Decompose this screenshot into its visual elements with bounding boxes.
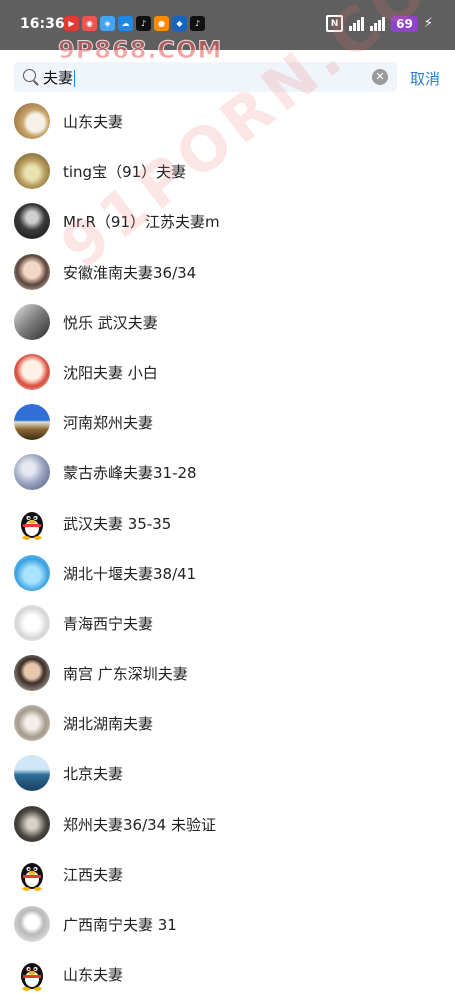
tiktok-icon: ♪ bbox=[136, 16, 151, 31]
qq-penguin-icon bbox=[14, 855, 50, 892]
watermark-top: 9P868.COM bbox=[57, 36, 223, 65]
contact-name: 沈阳夫妻 小白 bbox=[63, 363, 158, 382]
red-app-icon: ◉ bbox=[82, 16, 97, 31]
assistant-app-icon: ● bbox=[154, 16, 169, 31]
avatar bbox=[14, 604, 50, 641]
smart-app-icon: ◆ bbox=[172, 16, 187, 31]
list-item[interactable]: 青海西宁夫妻 bbox=[0, 598, 455, 648]
list-item[interactable]: 广西南宁夫妻 31 bbox=[0, 899, 455, 949]
avatar bbox=[14, 705, 50, 742]
list-item[interactable]: 安徽淮南夫妻36/34 bbox=[0, 247, 455, 297]
avatar bbox=[14, 353, 50, 390]
avatar bbox=[14, 454, 50, 491]
contact-name: 武汉夫妻 35-35 bbox=[63, 514, 172, 533]
qq-penguin-icon bbox=[14, 956, 50, 993]
list-item[interactable]: 武汉夫妻 35-35 bbox=[0, 498, 455, 548]
contact-name: 蒙古赤峰夫妻31-28 bbox=[63, 464, 197, 483]
search-icon bbox=[23, 69, 36, 82]
video-app-icon: ▶ bbox=[64, 16, 79, 31]
avatar bbox=[14, 404, 50, 441]
list-item[interactable]: 北京夫妻 bbox=[0, 748, 455, 798]
avatar bbox=[14, 303, 50, 340]
list-item[interactable]: 山东夫妻 bbox=[0, 949, 455, 999]
avatar bbox=[14, 906, 50, 942]
list-item[interactable]: 江西夫妻 bbox=[0, 849, 455, 899]
qq-penguin-icon bbox=[14, 504, 50, 541]
contact-name: 南宫 广东深圳夫妻 bbox=[63, 665, 188, 684]
avatar bbox=[14, 655, 50, 692]
avatar bbox=[14, 153, 50, 190]
avatar bbox=[14, 755, 50, 792]
list-item[interactable]: 河南郑州夫妻 bbox=[0, 397, 455, 447]
notification-icons: ▶ ◉ ◈ ☁ ♪ ● ◆ ♪ bbox=[64, 16, 205, 31]
list-item[interactable]: 沈阳夫妻 小白 bbox=[0, 347, 455, 397]
contact-name: 山东夫妻 bbox=[63, 113, 124, 131]
clock: 16:36 bbox=[20, 16, 65, 32]
cloud-app-icon: ☁ bbox=[118, 16, 133, 31]
list-item[interactable]: 南宫 广东深圳夫妻 bbox=[0, 648, 455, 698]
list-item[interactable]: 郑州夫妻36/34 未验证 bbox=[0, 799, 455, 849]
tiktok-icon: ♪ bbox=[190, 16, 205, 31]
cancel-button[interactable]: 取消 bbox=[410, 68, 440, 89]
list-item[interactable]: 悦乐 武汉夫妻 bbox=[0, 297, 455, 347]
avatar bbox=[14, 805, 50, 842]
search-query[interactable]: 夫妻 bbox=[43, 67, 76, 88]
list-item[interactable]: 湖北湖南夫妻 bbox=[0, 698, 455, 748]
avatar bbox=[14, 103, 50, 139]
contact-name: 青海西宁夫妻 bbox=[63, 614, 154, 633]
avatar bbox=[14, 554, 50, 591]
contact-name: 河南郑州夫妻 bbox=[63, 414, 154, 433]
avatar bbox=[14, 203, 50, 240]
text-caret bbox=[74, 70, 76, 87]
list-item[interactable]: 蒙古赤峰夫妻31-28 bbox=[0, 447, 455, 497]
clear-icon[interactable]: ✕ bbox=[372, 69, 388, 85]
contact-name: 广西南宁夫妻 31 bbox=[63, 916, 177, 934]
contact-name: 湖北十堰夫妻38/41 bbox=[63, 564, 197, 583]
news-app-icon: ◈ bbox=[100, 16, 115, 31]
contact-name: 悦乐 武汉夫妻 bbox=[63, 313, 158, 332]
list-item[interactable]: 湖北十堰夫妻38/41 bbox=[0, 548, 455, 598]
contact-name: 北京夫妻 bbox=[63, 765, 124, 784]
contact-name: 郑州夫妻36/34 未验证 bbox=[63, 815, 216, 834]
avatar bbox=[14, 253, 50, 290]
contact-name: 山东夫妻 bbox=[63, 966, 124, 985]
contact-name: 江西夫妻 bbox=[63, 865, 124, 884]
contact-name: 湖北湖南夫妻 bbox=[63, 715, 154, 734]
